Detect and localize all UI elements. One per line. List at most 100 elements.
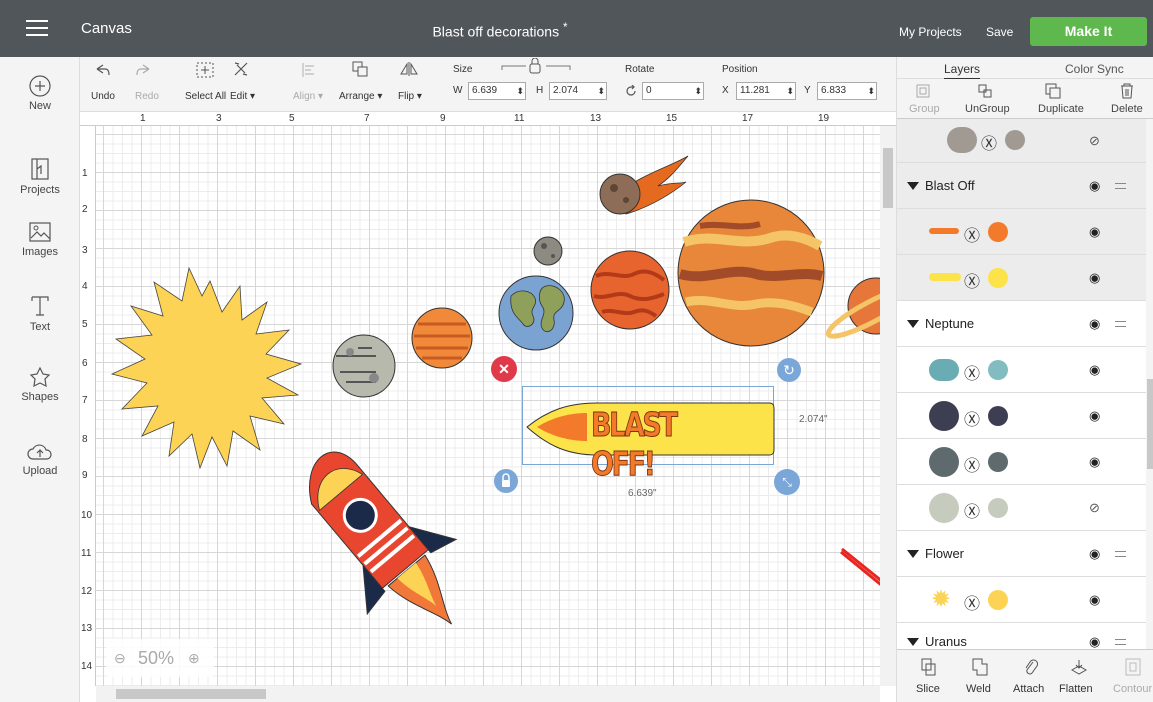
undo-icon[interactable] [94,63,110,77]
eye-hidden-icon[interactable]: ⊘ [1089,133,1100,149]
eye-icon[interactable]: ◉ [1089,178,1100,194]
slice-button[interactable]: Slice [916,683,940,695]
edit-toolbar: Undo Redo Select All Edit ▾ Align ▾ Arra… [80,57,896,112]
eye-icon[interactable]: ◉ [1089,224,1100,240]
ungroup-button[interactable]: UnGroup [965,103,1010,115]
color-swatch[interactable] [988,406,1008,426]
drag-handle-icon[interactable] [1115,321,1126,327]
eye-icon[interactable]: ◉ [1089,592,1100,608]
width-input[interactable]: 6.639 ⬍ [468,82,526,100]
drag-handle-icon[interactable] [1115,639,1126,645]
layers-list: Ⓧ ⊘ Blast Off ◉ Ⓧ ◉ Ⓧ ◉ Neptune ◉ Ⓧ ◉ Ⓧ … [897,119,1146,649]
eye-hidden-icon[interactable]: ⊘ [1089,500,1100,516]
arrange-menu[interactable]: Arrange ▾ [339,91,382,102]
expand-triangle-icon[interactable] [907,182,919,190]
eye-icon[interactable]: ◉ [1089,316,1100,332]
select-all-button[interactable]: Select All [185,91,226,102]
layer-row[interactable]: Ⓧ ◉ [897,439,1146,485]
color-swatch[interactable] [988,360,1008,380]
app-name: Canvas [81,20,132,37]
eye-icon[interactable]: ◉ [1089,408,1100,424]
sidebar-item-projects[interactable]: Projects [0,157,80,196]
y-position-input[interactable]: 6.833 ⬍ [817,82,877,100]
layer-row[interactable]: Ⓧ ◉ [897,209,1146,255]
expand-triangle-icon[interactable] [907,550,919,558]
align-menu[interactable]: Align ▾ [293,91,323,102]
canvas-vertical-scrollbar[interactable] [880,126,896,686]
drag-handle-icon[interactable] [1115,183,1126,189]
layer-row[interactable]: Ⓧ ⊘ [897,485,1146,531]
color-swatch[interactable] [988,498,1008,518]
ruler-tick-label: 6 [82,358,88,369]
upload-cloud-icon [27,444,52,460]
attach-button[interactable]: Attach [1013,683,1044,695]
height-input[interactable]: 2.074 ⬍ [549,82,607,100]
eye-icon[interactable]: ◉ [1089,546,1100,562]
canvas-horizontal-scrollbar[interactable] [96,686,880,702]
layer-row[interactable]: ✹ Ⓧ ◉ [897,577,1146,623]
group-button[interactable]: Group [909,103,940,115]
layer-group-flower[interactable]: Flower ◉ [897,531,1146,577]
edit-icon[interactable] [233,61,249,77]
eye-icon[interactable]: ◉ [1089,454,1100,470]
menu-icon[interactable] [26,20,48,36]
expand-triangle-icon[interactable] [907,320,919,328]
color-swatch[interactable] [988,222,1008,242]
my-projects-link[interactable]: My Projects [899,25,962,39]
layer-group-blast-off[interactable]: Blast Off ◉ [897,163,1146,209]
drag-handle-icon[interactable] [1115,551,1126,557]
layer-row[interactable]: Ⓧ ⊘ [897,119,1146,163]
ruler-tick-label: 10 [81,510,93,521]
save-button[interactable]: Save [986,25,1013,39]
trash-icon [1121,83,1133,99]
x-position-input[interactable]: 11.281 ⬍ [736,82,796,100]
height-label: H [536,85,544,96]
sidebar-item-shapes[interactable]: Shapes [0,366,80,403]
sidebar-item-new[interactable]: New [0,75,80,112]
lock-ratio-icon[interactable] [500,58,572,74]
color-swatch[interactable] [1005,130,1025,150]
contour-button[interactable]: Contour [1113,683,1152,695]
color-swatch[interactable] [988,590,1008,610]
design-canvas[interactable]: BLAST OFF! ✕ ↻ ⤡ 2.074" 6.639" ⊖ 50% ⊕ [96,126,880,686]
eye-icon[interactable]: ◉ [1089,634,1100,649]
layer-group-uranus[interactable]: Uranus ◉ [897,623,1146,649]
sidebar-item-text[interactable]: Text [0,294,80,333]
edit-menu[interactable]: Edit ▾ [230,91,255,102]
undo-button[interactable]: Undo [91,91,115,102]
tab-color-sync[interactable]: Color Sync [1065,62,1124,76]
group-name: Neptune [925,316,975,331]
layers-scrollbar[interactable] [1146,119,1153,649]
sidebar-item-label: Text [29,321,51,333]
make-it-button[interactable]: Make It [1030,17,1147,46]
expand-triangle-icon[interactable] [907,638,919,646]
flatten-button[interactable]: Flatten [1059,683,1093,695]
weld-button[interactable]: Weld [966,683,991,695]
select-all-icon[interactable] [196,62,214,78]
eye-icon[interactable]: ◉ [1089,362,1100,378]
color-swatch[interactable] [988,452,1008,472]
flip-menu[interactable]: Flip ▾ [398,91,422,102]
tab-layers[interactable]: Layers [944,62,981,80]
ruler-tick-label: 11 [81,548,92,559]
duplicate-button[interactable]: Duplicate [1038,103,1084,115]
rotate-input[interactable]: 0 ⬍ [642,82,704,100]
layer-row[interactable]: Ⓧ ◉ [897,393,1146,439]
ruler-tick-label: 7 [82,395,88,406]
layer-thumbnail [929,401,959,431]
color-swatch[interactable] [988,268,1008,288]
redo-button[interactable]: Redo [135,91,159,102]
duplicate-icon [1045,83,1061,99]
sidebar-item-images[interactable]: Images [0,221,80,258]
layer-row[interactable]: Ⓧ ◉ [897,255,1146,301]
ruler-top: 1 3 5 7 9 11 13 15 17 19 [80,112,896,126]
delete-button[interactable]: Delete [1111,103,1143,115]
sidebar-item-upload[interactable]: Upload [0,442,80,477]
layer-group-neptune[interactable]: Neptune ◉ [897,301,1146,347]
eye-icon[interactable]: ◉ [1089,270,1100,286]
redo-icon[interactable] [136,63,152,77]
ruler-tick-label: 15 [666,113,678,124]
layer-row[interactable]: Ⓧ ◉ [897,347,1146,393]
unsaved-mark: * [562,21,568,34]
document-title[interactable]: Blast off decorations * [300,21,700,40]
